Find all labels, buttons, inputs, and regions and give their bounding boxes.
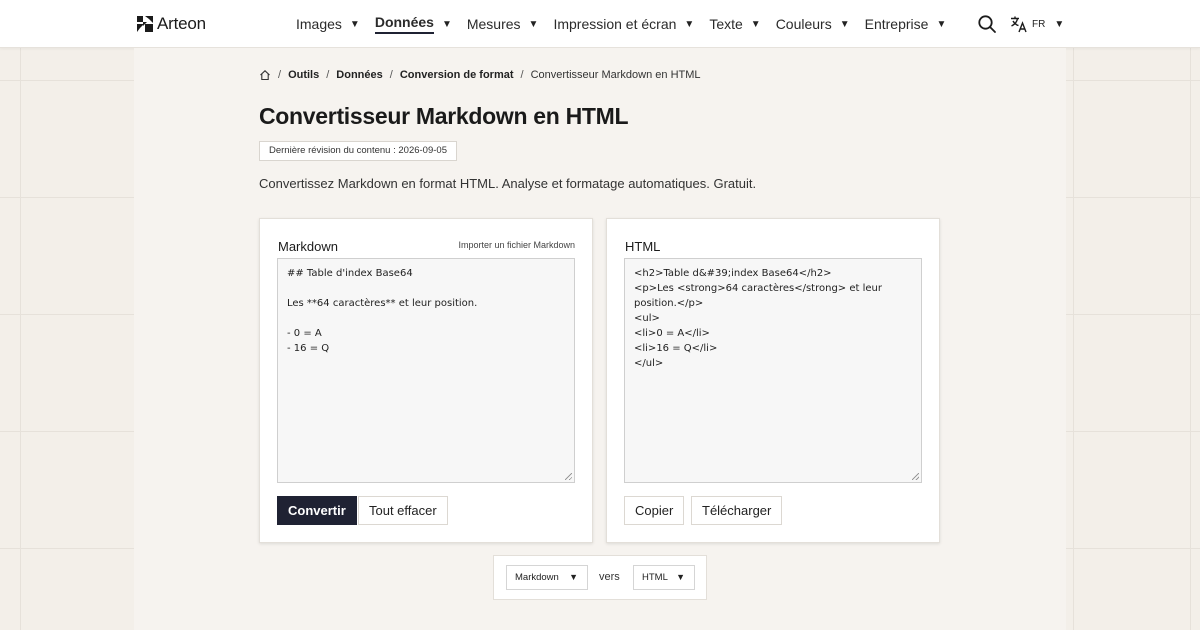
chevron-down-icon: ▼ [349,18,360,30]
copy-button[interactable]: Copier [624,496,685,525]
search-icon[interactable] [977,14,997,34]
source-format-select[interactable]: Markdown ▼ [506,565,588,590]
target-format-value: HTML [642,572,668,583]
nav-item-label: Impression et écran [553,16,677,32]
main-content: / Outils / Données / Conversion de forma… [134,48,1066,630]
chevron-down-icon: ▼ [676,572,685,582]
chevron-down-icon: ▼ [441,18,452,30]
language-code: FR [1032,18,1046,30]
breadcrumb: / Outils / Données / Conversion de forma… [259,69,701,81]
breadcrumb-separator: / [389,69,393,81]
input-panel-title: Markdown [278,239,338,254]
breadcrumb-link-donnees[interactable]: Données [336,69,382,81]
clear-all-button[interactable]: Tout effacer [358,496,448,525]
nav-item-texte[interactable]: Texte ▼ [709,0,760,48]
resize-handle-icon[interactable] [565,473,572,480]
nav-item-entreprise[interactable]: Entreprise ▼ [865,0,947,48]
markdown-input-card: Markdown Importer un fichier Markdown ##… [259,218,593,543]
html-output-card: HTML <h2>Table d&#39;index Base64</h2> <… [606,218,940,543]
target-format-select[interactable]: HTML ▼ [633,565,695,590]
chevron-down-icon: ▼ [839,18,850,30]
brand-logo[interactable]: Arteon [137,14,206,34]
resize-handle-icon[interactable] [912,473,919,480]
chevron-down-icon: ▼ [684,18,695,30]
nav-item-donnees[interactable]: Données ▼ [374,0,452,48]
convert-button[interactable]: Convertir [277,496,357,525]
nav-item-mesures[interactable]: Mesures ▼ [467,0,539,48]
page-title: Convertisseur Markdown en HTML [259,103,629,129]
breadcrumb-link-conversion[interactable]: Conversion de format [400,69,514,81]
nav-item-label: Images [296,16,342,32]
breadcrumb-separator: / [326,69,330,81]
nav-item-label: Entreprise [864,16,929,32]
source-format-value: Markdown [515,572,559,583]
language-switcher[interactable]: FR ▼ [1010,14,1064,34]
arteon-logo-icon [137,16,153,32]
top-header: Arteon Images ▼ Données ▼ Mesures ▼ Impr… [0,0,1200,48]
brand-name: Arteon [157,14,206,33]
markdown-input-textarea[interactable]: ## Table d'index Base64 Les **64 caractè… [277,258,575,483]
chevron-down-icon: ▼ [528,18,539,30]
page-description: Convertissez Markdown en format HTML. An… [259,176,757,191]
nav-item-label: Couleurs [775,16,832,32]
nav-item-label: Données [374,14,434,34]
nav-item-label: Texte [709,16,743,32]
format-selector: Markdown ▼ vers HTML ▼ [493,555,707,600]
nav-item-impression[interactable]: Impression et écran ▼ [553,0,694,48]
translate-icon [1011,16,1027,33]
nav-item-label: Mesures [466,16,521,32]
output-panel-title: HTML [625,239,661,254]
download-button[interactable]: Télécharger [691,496,783,525]
chevron-down-icon: ▼ [750,18,761,30]
breadcrumb-separator: / [278,69,282,81]
revision-badge: Dernière révision du contenu : 2026-09-0… [259,141,457,161]
breadcrumb-link-outils[interactable]: Outils [288,69,319,81]
main-nav: Images ▼ Données ▼ Mesures ▼ Impression … [296,0,961,48]
home-icon[interactable] [259,69,271,81]
import-markdown-link[interactable]: Importer un fichier Markdown [458,240,575,250]
breadcrumb-current: Convertisseur Markdown en HTML [530,69,701,81]
breadcrumb-separator: / [520,69,524,81]
nav-item-couleurs[interactable]: Couleurs ▼ [776,0,850,48]
format-separator-label: vers [599,571,620,583]
html-output-textarea[interactable]: <h2>Table d&#39;index Base64</h2> <p>Les… [624,258,922,483]
chevron-down-icon: ▼ [936,18,947,30]
nav-item-images[interactable]: Images ▼ [296,0,360,48]
chevron-down-icon: ▼ [1054,18,1065,30]
chevron-down-icon: ▼ [569,572,578,582]
